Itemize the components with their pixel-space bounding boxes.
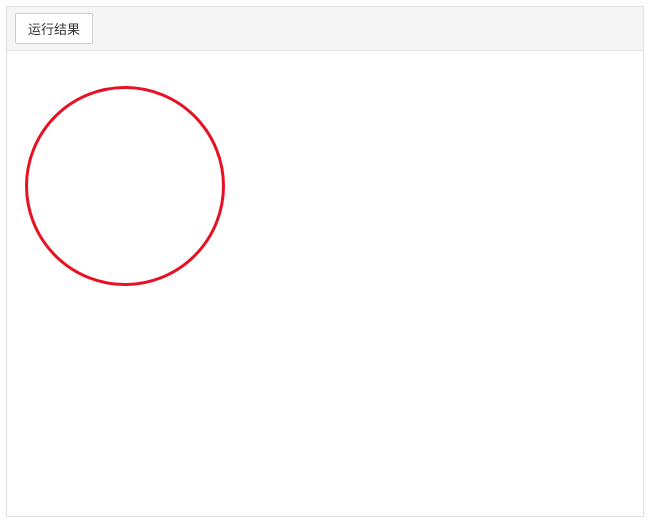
circle-shape (25, 86, 225, 286)
result-panel: 运行结果 (6, 6, 644, 517)
canvas-area (7, 51, 643, 516)
run-result-tab[interactable]: 运行结果 (15, 13, 93, 44)
panel-header: 运行结果 (7, 7, 643, 51)
